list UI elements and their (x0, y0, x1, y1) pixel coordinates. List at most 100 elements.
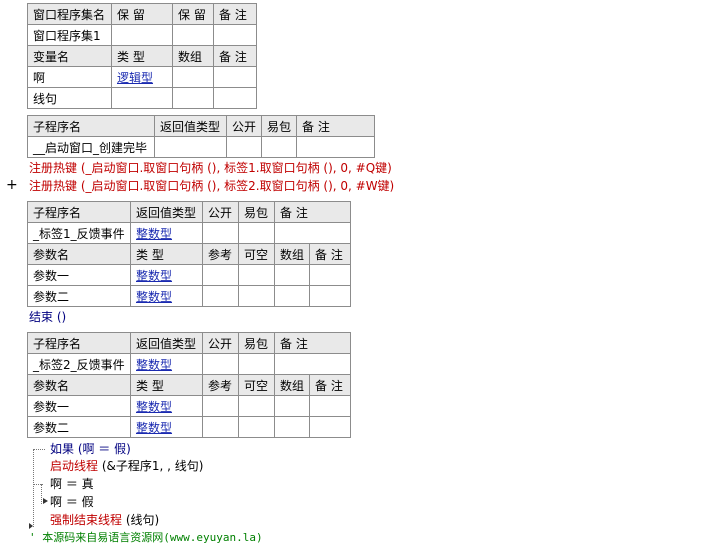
code-line-register-hotkey-1[interactable]: 注册热键 (_启动窗口.取窗口句柄 (), 标签1.取窗口句柄 (), 0, #… (29, 160, 392, 176)
code-comment-source[interactable]: ' 本源码来自易语言资源网(www.eyuyan.la) (29, 530, 263, 546)
header-easy-pkg: 易包 (238, 332, 275, 354)
subroutine-table-label2: 子程序名 返回值类型 公开 易包 备 注 _标签2_反馈事件 整数型 参数名 类… (27, 332, 351, 438)
var-type-cell[interactable]: 逻辑型 (111, 66, 173, 88)
kill-thread-args: (线句) (125, 513, 160, 527)
param-name-cell[interactable]: 参数二 (27, 285, 131, 307)
header-param-type: 类 型 (130, 243, 203, 265)
reserved-cell-2[interactable] (172, 24, 214, 46)
header-param-ref: 参考 (202, 243, 239, 265)
param-ref-cell[interactable] (202, 285, 239, 307)
sub-name-cell[interactable]: _标签1_反馈事件 (27, 222, 131, 244)
reserved-cell-1[interactable] (111, 24, 173, 46)
param-type-cell[interactable]: 整数型 (130, 416, 203, 438)
start-thread-command: 启动线程 (50, 459, 99, 473)
header-param-name: 参数名 (27, 243, 131, 265)
flow-arrow-icon (29, 523, 33, 529)
header-sub-name: 子程序名 (27, 115, 155, 137)
header-param-nullable: 可空 (238, 374, 275, 396)
return-type-cell[interactable]: 整数型 (130, 353, 203, 375)
easy-pkg-cell[interactable] (238, 222, 275, 244)
header-easy-pkg: 易包 (238, 201, 275, 223)
subroutine-table-label1: 子程序名 返回值类型 公开 易包 备 注 _标签1_反馈事件 整数型 参数名 类… (27, 201, 351, 307)
code-line-assign-true[interactable]: 啊 ＝ 真 (50, 476, 94, 492)
easy-pkg-cell[interactable] (261, 136, 297, 158)
flow-guide-inner (41, 484, 42, 504)
assembly-name-cell[interactable]: 窗口程序集1 (27, 24, 112, 46)
param-name-cell[interactable]: 参数一 (27, 395, 131, 417)
expand-plus-icon[interactable]: + (6, 177, 18, 193)
code-line-register-hotkey-2[interactable]: 注册热键 (_启动窗口.取窗口句柄 (), 标签2.取窗口句柄 (), 0, #… (29, 178, 394, 194)
header-remark: 备 注 (274, 201, 351, 223)
param-array-cell[interactable] (274, 416, 310, 438)
flow-arrow-icon (43, 498, 48, 504)
header-reserved-1: 保 留 (111, 3, 173, 25)
remark-cell[interactable] (274, 353, 351, 375)
subroutine-table-create: 子程序名 返回值类型 公开 易包 备 注 __启动窗口_创建完毕 (27, 115, 375, 158)
header-easy-pkg: 易包 (261, 115, 297, 137)
public-cell[interactable] (202, 353, 239, 375)
param-remark-cell[interactable] (309, 264, 351, 286)
param-ref-cell[interactable] (202, 395, 239, 417)
sub-name-cell[interactable]: __启动窗口_创建完毕 (27, 136, 155, 158)
flow-guide-line (33, 449, 34, 527)
param-nullable-cell[interactable] (238, 264, 275, 286)
var-remark-cell[interactable] (213, 66, 257, 88)
param-nullable-cell[interactable] (238, 395, 275, 417)
header-param-ref: 参考 (202, 374, 239, 396)
var-type-cell[interactable] (111, 87, 173, 109)
header-param-remark: 备 注 (309, 374, 351, 396)
param-ref-cell[interactable] (202, 416, 239, 438)
remark-cell[interactable] (296, 136, 375, 158)
param-nullable-cell[interactable] (238, 285, 275, 307)
public-cell[interactable] (202, 222, 239, 244)
code-line-start-thread[interactable]: 启动线程 (&子程序1, , 线句) (50, 458, 203, 474)
param-remark-cell[interactable] (309, 395, 351, 417)
header-param-array: 数组 (274, 374, 310, 396)
param-type-cell[interactable]: 整数型 (130, 395, 203, 417)
return-type-cell[interactable]: 整数型 (130, 222, 203, 244)
code-line-end[interactable]: 结束 () (29, 309, 66, 325)
param-remark-cell[interactable] (309, 416, 351, 438)
header-reserved-2: 保 留 (172, 3, 214, 25)
window-assembly-table: 窗口程序集名 保 留 保 留 备 注 窗口程序集1 变量名 类 型 数组 备 注… (27, 3, 257, 109)
flow-guide-branch (33, 484, 43, 485)
var-name-cell[interactable]: 啊 (27, 66, 112, 88)
param-array-cell[interactable] (274, 285, 310, 307)
remark-cell[interactable] (213, 24, 257, 46)
code-line-kill-thread[interactable]: 强制结束线程 (线句) (50, 512, 159, 528)
param-remark-cell[interactable] (309, 285, 351, 307)
header-remark: 备 注 (296, 115, 375, 137)
remark-cell[interactable] (274, 222, 351, 244)
param-nullable-cell[interactable] (238, 416, 275, 438)
header-sub-name: 子程序名 (27, 201, 131, 223)
header-var-remark: 备 注 (213, 45, 257, 67)
param-name-cell[interactable]: 参数一 (27, 264, 131, 286)
param-type-cell[interactable]: 整数型 (130, 285, 203, 307)
flow-guide-top (33, 449, 45, 450)
easy-pkg-cell[interactable] (238, 353, 275, 375)
header-var-type: 类 型 (111, 45, 173, 67)
header-param-remark: 备 注 (309, 243, 351, 265)
param-type-cell[interactable]: 整数型 (130, 264, 203, 286)
header-public: 公开 (202, 201, 239, 223)
param-array-cell[interactable] (274, 264, 310, 286)
var-remark-cell[interactable] (213, 87, 257, 109)
sub-name-cell[interactable]: _标签2_反馈事件 (27, 353, 131, 375)
header-param-name: 参数名 (27, 374, 131, 396)
param-name-cell[interactable]: 参数二 (27, 416, 131, 438)
param-ref-cell[interactable] (202, 264, 239, 286)
var-array-cell[interactable] (172, 66, 214, 88)
header-param-nullable: 可空 (238, 243, 275, 265)
return-type-cell[interactable] (154, 136, 227, 158)
code-line-if[interactable]: 如果 (啊 ＝ 假) (50, 441, 131, 457)
header-param-array: 数组 (274, 243, 310, 265)
code-line-assign-false[interactable]: 啊 ＝ 假 (50, 494, 94, 510)
header-return-type: 返回值类型 (154, 115, 227, 137)
param-array-cell[interactable] (274, 395, 310, 417)
header-remark: 备 注 (213, 3, 257, 25)
var-array-cell[interactable] (172, 87, 214, 109)
header-assembly-name: 窗口程序集名 (27, 3, 112, 25)
header-return-type: 返回值类型 (130, 201, 203, 223)
public-cell[interactable] (226, 136, 262, 158)
var-name-cell[interactable]: 线句 (27, 87, 112, 109)
